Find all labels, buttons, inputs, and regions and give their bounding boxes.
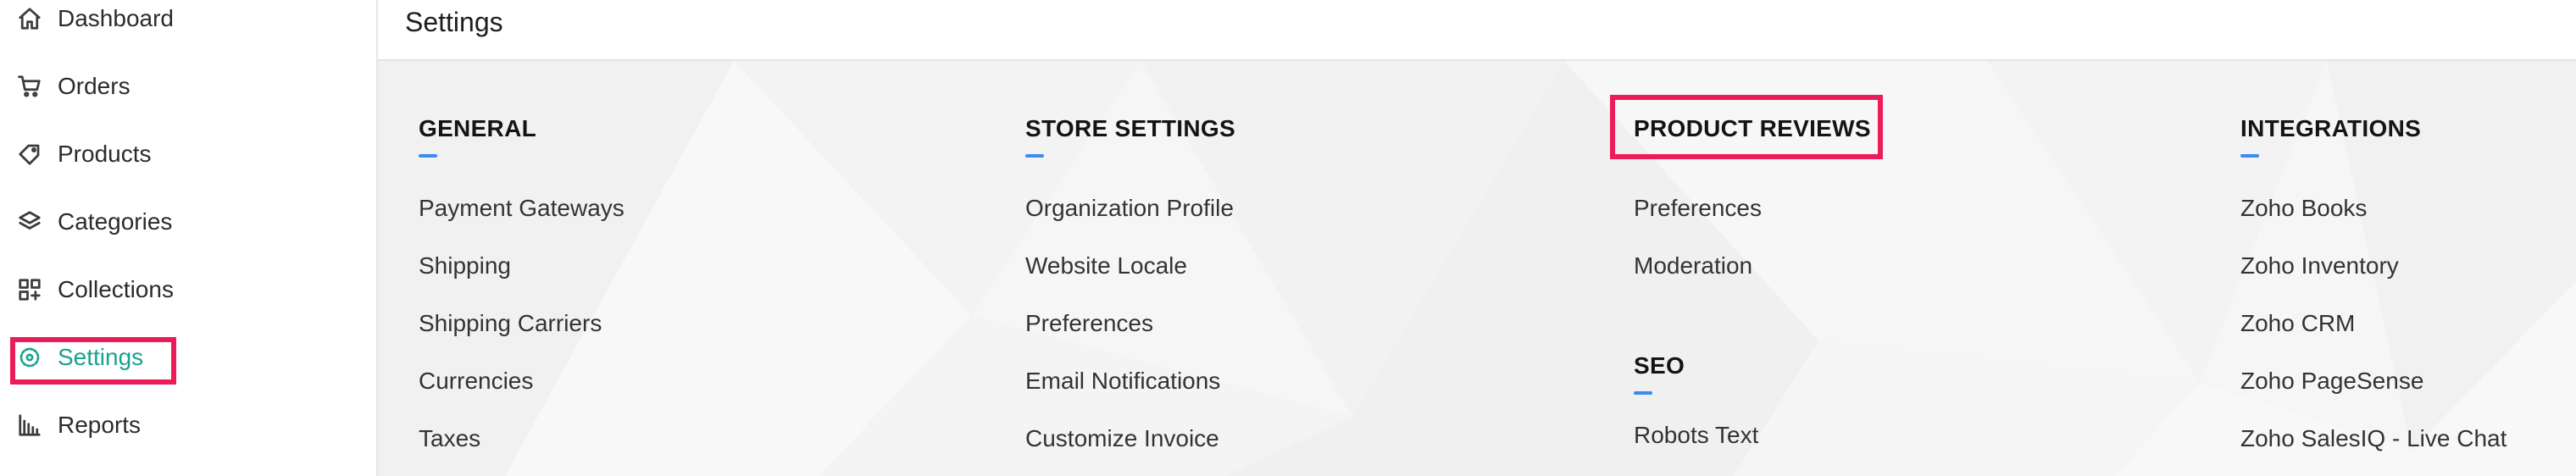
section-store-settings: STORE SETTINGS Organization Profile Webs… <box>1025 115 1235 451</box>
sidebar-item-orders[interactable]: Orders <box>15 64 337 108</box>
home-icon <box>15 4 44 33</box>
link-zoho-books[interactable]: Zoho Books <box>2240 195 2367 222</box>
link-organization-profile[interactable]: Organization Profile <box>1025 195 1234 222</box>
sidebar-item-label: Settings <box>58 344 144 370</box>
link-review-preferences[interactable]: Preferences <box>1634 195 1762 222</box>
section-underline <box>2240 154 2259 158</box>
link-email-notifications[interactable]: Email Notifications <box>1025 368 1220 395</box>
sidebar-item-label: Collections <box>58 276 174 302</box>
link-zoho-inventory[interactable]: Zoho Inventory <box>2240 252 2399 280</box>
link-customize-invoice[interactable]: Customize Invoice <box>1025 425 1219 452</box>
settings-panel: GENERAL Payment Gateways Shipping Shippi… <box>378 61 2576 476</box>
layers-icon <box>15 208 44 236</box>
link-shipping-carriers[interactable]: Shipping Carriers <box>419 310 602 337</box>
link-moderation[interactable]: Moderation <box>1634 252 1752 280</box>
sidebar-item-collections[interactable]: Collections <box>15 268 337 312</box>
cart-icon <box>15 72 44 101</box>
sidebar-item-label: Dashboard <box>58 5 174 31</box>
sidebar-item-reports[interactable]: Reports <box>15 403 337 447</box>
section-title: GENERAL <box>419 115 536 141</box>
bar-chart-icon <box>15 411 44 440</box>
section-underline <box>419 154 437 158</box>
link-website-locale[interactable]: Website Locale <box>1025 252 1187 280</box>
section-title: STORE SETTINGS <box>1025 115 1235 141</box>
link-preferences[interactable]: Preferences <box>1025 310 1153 337</box>
link-shipping[interactable]: Shipping <box>419 252 511 280</box>
section-title: PRODUCT REVIEWS <box>1634 115 1871 141</box>
section-title: SEO <box>1634 352 1685 379</box>
grid-plus-icon <box>15 275 44 304</box>
section-underline <box>1634 154 1652 158</box>
section-underline <box>1634 391 1652 395</box>
link-robots-text[interactable]: Robots Text <box>1634 422 1758 449</box>
link-currencies[interactable]: Currencies <box>419 368 533 395</box>
section-title: INTEGRATIONS <box>2240 115 2422 141</box>
sidebar-item-label: Products <box>58 141 152 167</box>
link-taxes[interactable]: Taxes <box>419 425 480 452</box>
section-seo: SEO Robots Text <box>1634 352 1758 448</box>
sidebar: Dashboard Orders Products Categories Col… <box>0 0 378 476</box>
link-zoho-crm[interactable]: Zoho CRM <box>2240 310 2355 337</box>
link-zoho-salesiq[interactable]: Zoho SalesIQ - Live Chat <box>2240 425 2507 452</box>
section-product-reviews: PRODUCT REVIEWS Preferences Moderation <box>1634 115 1871 279</box>
sidebar-item-label: Categories <box>58 208 173 235</box>
section-general: GENERAL Payment Gateways Shipping Shippi… <box>419 115 625 451</box>
page-title: Settings <box>405 7 503 37</box>
gear-icon <box>15 343 44 372</box>
sidebar-item-dashboard[interactable]: Dashboard <box>15 0 337 41</box>
sidebar-item-label: Orders <box>58 73 130 99</box>
sidebar-item-label: Reports <box>58 412 142 438</box>
sidebar-item-categories[interactable]: Categories <box>15 200 337 244</box>
link-zoho-pagesense[interactable]: Zoho PageSense <box>2240 368 2423 395</box>
page-header: Settings <box>378 0 2576 61</box>
sidebar-item-products[interactable]: Products <box>15 132 337 176</box>
link-payment-gateways[interactable]: Payment Gateways <box>419 195 625 222</box>
section-integrations: INTEGRATIONS Zoho Books Zoho Inventory Z… <box>2240 115 2507 451</box>
section-underline <box>1025 154 1044 158</box>
sidebar-item-settings[interactable]: Settings <box>15 335 337 379</box>
tag-icon <box>15 140 44 169</box>
